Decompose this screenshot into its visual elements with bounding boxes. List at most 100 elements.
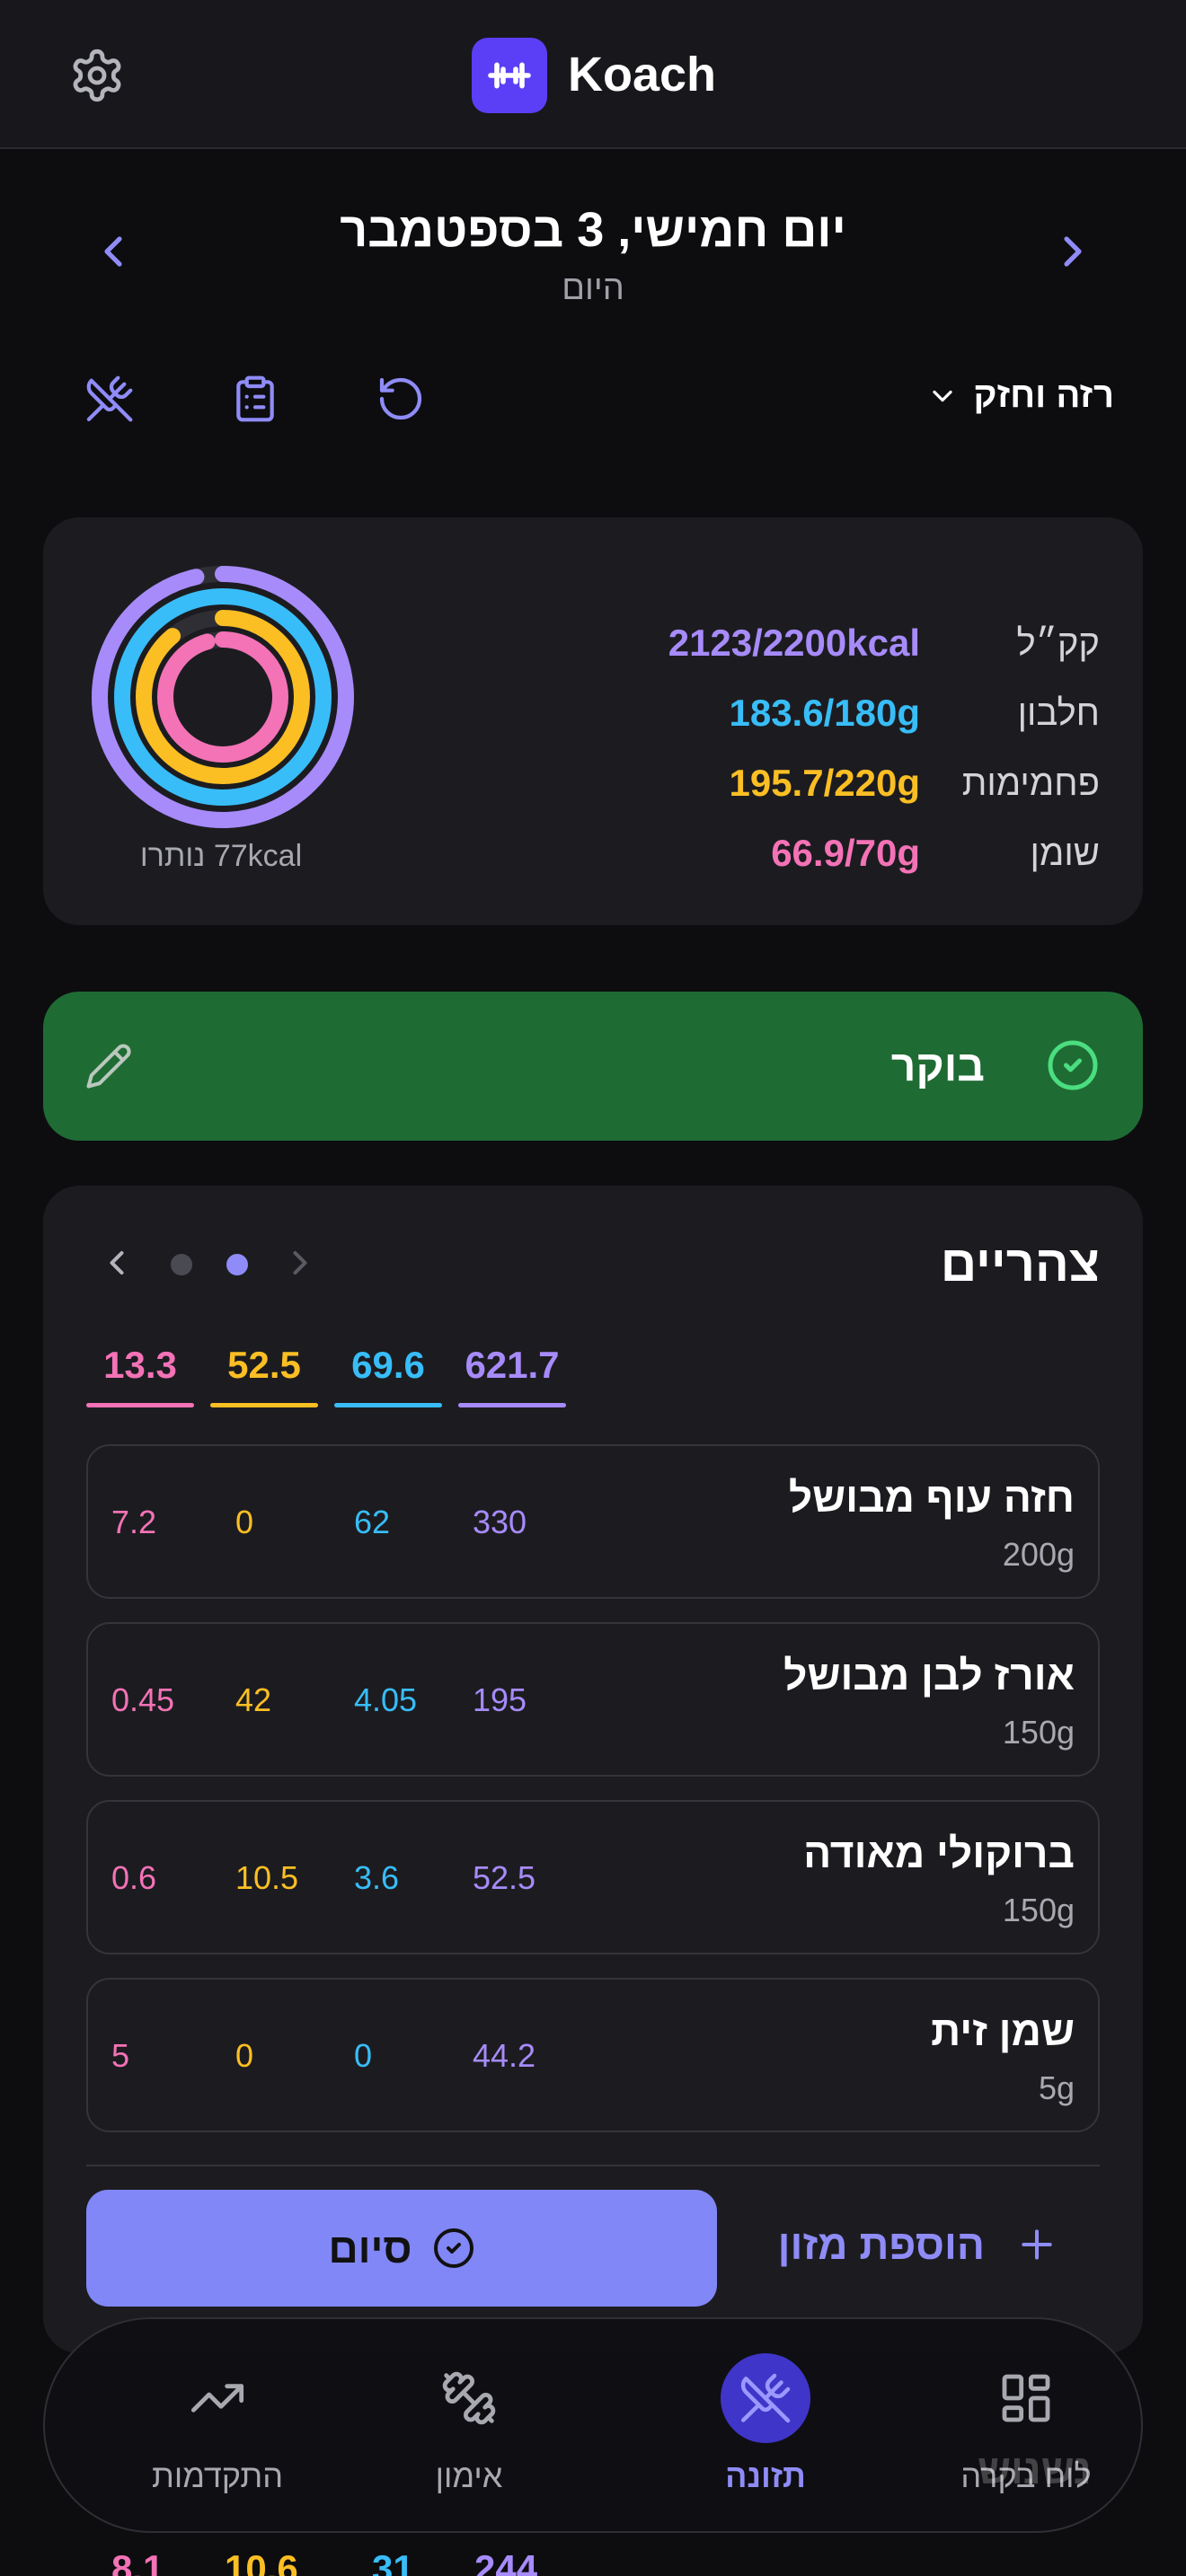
meal-plan-button[interactable] (230, 374, 280, 424)
total-kcal: 621.7 (465, 1344, 560, 1386)
trending-up-icon (173, 2353, 262, 2443)
food-kcal: 195 (473, 1681, 527, 1718)
food-item[interactable]: 0.6 10.5 3.6 52.5 ברוקולי מאודה 150g (86, 1800, 1100, 1954)
summary-row-kcal: קק״ל 2123/2200kcal (543, 616, 1100, 670)
plan-selector[interactable]: רזה וחזק (926, 375, 1114, 416)
summary-value: 195.7/220g (729, 762, 920, 804)
layout-grid-icon (981, 2353, 1071, 2443)
plus-icon (1022, 2229, 1052, 2260)
food-grams: 5g (1038, 2069, 1075, 2106)
bottom-nav: לוח בקרה תזונה אימון התקדמות (43, 2317, 1143, 2533)
summary-value: 2123/2200kcal (668, 622, 920, 664)
meal-options-button[interactable] (84, 374, 135, 424)
divider (86, 2165, 1100, 2166)
summary-row-protein: חלבון 183.6/180g (543, 686, 1100, 740)
food-protein: 62 (354, 1504, 391, 1540)
peek-dinner-title: נשנוש (978, 2446, 1092, 2492)
food-item[interactable]: 0.45 42 4.05 195 אורז לבן מבושל 150g (86, 1622, 1100, 1777)
total-fat: 13.3 (103, 1344, 177, 1386)
food-carbs: 42 (235, 1681, 272, 1718)
total-protein-bar (334, 1403, 442, 1407)
finish-label: סיום (328, 2225, 412, 2272)
summary-row-fat: שומן 66.9/70g (543, 826, 1100, 880)
app-logo (472, 38, 547, 113)
clipboard-list-icon (236, 375, 274, 422)
utensils-crossed-icon (86, 375, 133, 422)
food-fat: 7.2 (111, 1504, 157, 1540)
ring-protein (114, 588, 332, 806)
food-protein: 0 (354, 2037, 373, 2074)
date-title: יום חמישי, 3 בספטמבר (340, 203, 846, 257)
nav-progress[interactable]: התקדמות (83, 2319, 352, 2535)
edit-meal-icon[interactable] (84, 1042, 133, 1090)
date-subtitle: היום (562, 269, 624, 307)
total-protein: 69.6 (351, 1344, 425, 1386)
food-name: ברוקולי מאודה (803, 1830, 1075, 1876)
chevron-right-icon (1064, 236, 1082, 267)
food-name: אורז לבן מבושל (783, 1652, 1075, 1698)
summary-row-carbs: פחמימות 195.7/220g (543, 756, 1100, 810)
next-day-button[interactable] (1048, 226, 1098, 277)
food-fat: 0.6 (111, 1859, 157, 1896)
food-protein: 3.6 (354, 1859, 400, 1896)
chevron-down-icon (933, 390, 953, 401)
meal-title: צהריים (940, 1235, 1100, 1292)
summary-label: קק״ל (1016, 622, 1101, 663)
nav-label: תזונה (725, 2457, 806, 2494)
dumbbell-icon (424, 2353, 514, 2443)
meal-card-lunch: צהריים 13.3 52.5 69.6 621.7 7.2 0 62 330… (43, 1186, 1143, 2353)
summary-label: חלבון (1017, 693, 1100, 733)
food-grams: 150g (1002, 1892, 1075, 1928)
food-kcal: 44.2 (473, 2037, 536, 2074)
food-carbs: 0 (235, 1504, 254, 1540)
food-carbs: 10.5 (235, 1859, 299, 1896)
peek-kcal: 244 (474, 2547, 538, 2576)
app-title: Koach (568, 48, 717, 101)
check-circle-icon (1048, 1040, 1098, 1090)
food-kcal: 52.5 (473, 1859, 536, 1896)
plan-name: רזה וחזק (973, 375, 1114, 415)
food-grams: 200g (1002, 1536, 1075, 1573)
meal-card-breakfast[interactable]: בוקר (43, 992, 1143, 1141)
peek-carbs: 10.6 (225, 2547, 298, 2576)
pager-dot-active[interactable] (226, 1254, 248, 1275)
food-item[interactable]: 7.2 0 62 330 חזה עוף מבושל 200g (86, 1444, 1100, 1599)
total-fat-bar (86, 1403, 194, 1407)
chevron-right-icon[interactable] (280, 1243, 320, 1283)
summary-label: פחמימות (961, 763, 1100, 803)
nav-label: אימון (435, 2457, 503, 2494)
total-carbs-bar (210, 1403, 318, 1407)
nav-nutrition[interactable]: תזונה (631, 2319, 900, 2535)
nav-workout[interactable]: אימון (334, 2319, 604, 2535)
food-name: שמן זית (931, 2007, 1075, 2054)
utensils-crossed-icon (721, 2353, 810, 2443)
total-carbs: 52.5 (227, 1344, 301, 1386)
peek-protein: 31 (372, 2547, 414, 2576)
macro-rings (92, 566, 354, 828)
food-kcal: 330 (473, 1504, 527, 1540)
summary-value: 66.9/70g (771, 832, 920, 874)
remaining-calories: 77kcal נותרו (139, 839, 303, 873)
reset-day-button[interactable] (376, 374, 426, 424)
add-food-label: הוספת מזון (777, 2221, 985, 2268)
nav-dashboard[interactable]: לוח בקרה (891, 2319, 1161, 2535)
peek-fat: 8.1 (111, 2547, 164, 2576)
dumbbell-icon (488, 62, 531, 89)
food-name: חזה עוף מבושל (788, 1474, 1075, 1521)
gear-icon (73, 49, 121, 102)
finish-meal-button[interactable]: סיום (86, 2190, 717, 2307)
food-grams: 150g (1002, 1714, 1075, 1751)
chevron-left-icon[interactable] (97, 1243, 137, 1283)
food-fat: 5 (111, 2037, 130, 2074)
rotate-ccw-icon (379, 377, 422, 420)
total-kcal-bar (458, 1403, 566, 1407)
ring-fat (157, 631, 288, 763)
add-food-button[interactable]: הוספת מזון (778, 2220, 1057, 2269)
pager-dot[interactable] (171, 1254, 192, 1275)
food-carbs: 0 (235, 2037, 254, 2074)
food-item[interactable]: 5 0 0 44.2 שמן זית 5g (86, 1978, 1100, 2132)
nav-label: התקדמות (151, 2457, 284, 2494)
meal-title: בוקר (890, 1043, 985, 1090)
settings-button[interactable] (68, 47, 126, 104)
summary-label: שומן (1030, 833, 1100, 873)
